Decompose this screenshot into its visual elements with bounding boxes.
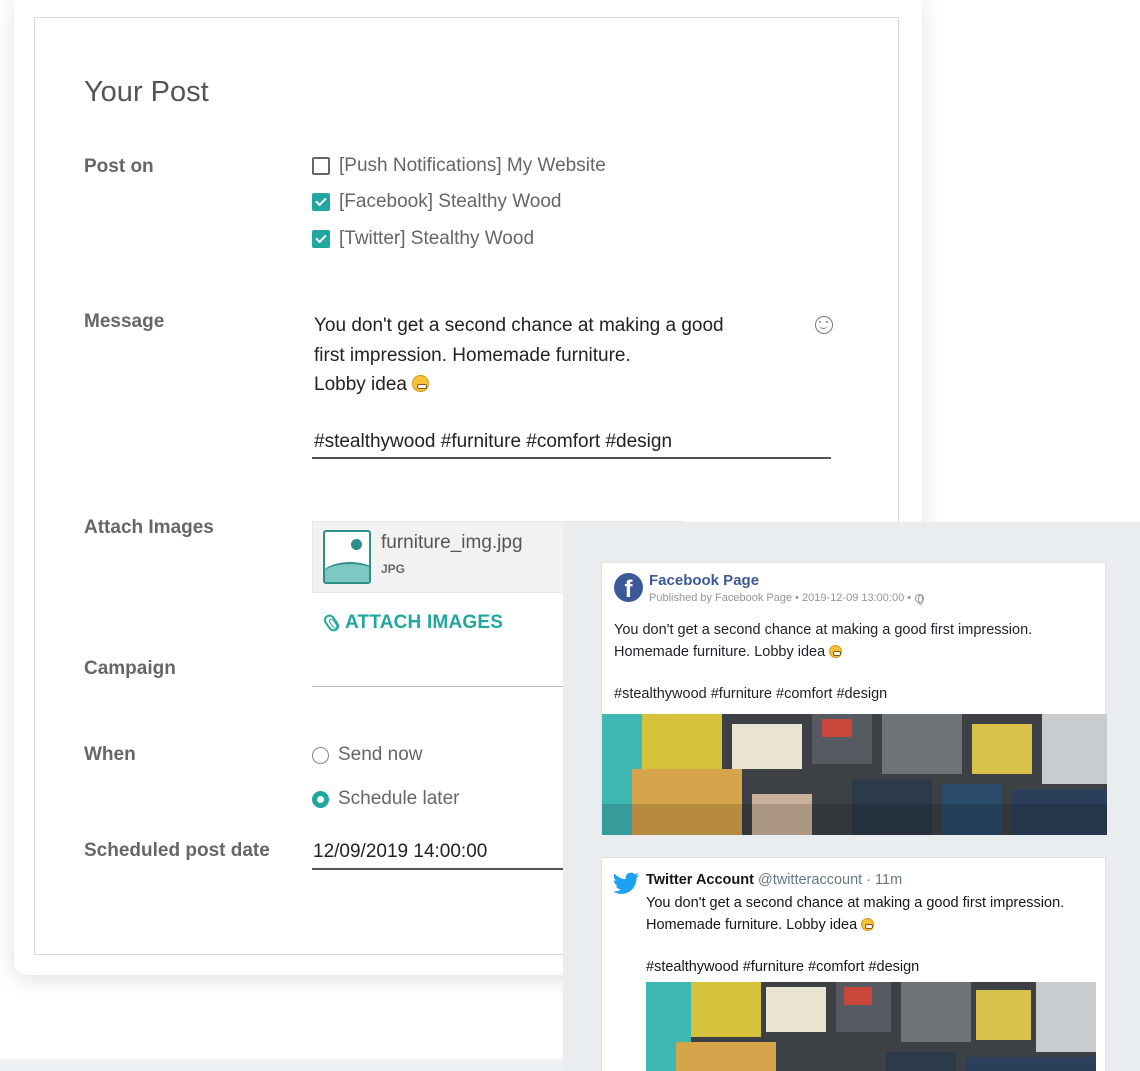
- message-hashtags: #stealthywood #furniture #comfort #desig…: [314, 430, 673, 452]
- twitter-bird-icon: [612, 872, 640, 894]
- radio-label: Send now: [338, 744, 423, 765]
- facebook-meta: Published by Facebook Page • 2019-12-09 …: [649, 592, 925, 605]
- twitter-line: You don't get a second chance at making …: [646, 895, 1065, 911]
- attach-images-label: Attach Images: [84, 517, 214, 538]
- radio-unselected[interactable]: [312, 746, 329, 764]
- attach-images-button[interactable]: ATTACH IMAGES: [321, 612, 504, 634]
- message-line-3: Lobby idea: [314, 370, 774, 400]
- when-option-schedule-later[interactable]: Schedule later: [312, 788, 459, 810]
- account-push-notifications[interactable]: [Push Notifications] My Website: [312, 155, 606, 177]
- scheduled-date-label: Scheduled post date: [84, 840, 270, 861]
- checkbox-checked[interactable]: [312, 193, 330, 211]
- attachment-filename: furniture_img.jpg: [381, 532, 523, 553]
- radio-label: Schedule later: [338, 788, 460, 809]
- when-option-send-now[interactable]: Send now: [312, 744, 423, 766]
- message-line: You don't get a second chance at making …: [314, 315, 724, 336]
- twitter-post-text: You don't get a second chance at making …: [646, 893, 1096, 979]
- facebook-post-text: You don't get a second chance at making …: [614, 620, 1094, 706]
- post-on-label: Post on: [84, 156, 154, 177]
- preview-panel: f Facebook Page Published by Facebook Pa…: [563, 522, 1140, 1071]
- twitter-hashtags: #stealthywood #furniture #comfort #desig…: [646, 959, 920, 975]
- message-label: Message: [84, 311, 165, 332]
- message-textarea[interactable]: You don't get a second chance at making …: [314, 311, 774, 456]
- radio-selected[interactable]: [312, 790, 329, 808]
- globe-icon: [915, 593, 925, 605]
- grinning-emoji-icon: [829, 644, 843, 658]
- page-title: Your Post: [84, 76, 209, 108]
- twitter-preview-card: Twitter Account @twitteraccount · 11m Yo…: [601, 857, 1106, 1071]
- account-twitter[interactable]: [Twitter] Stealthy Wood: [312, 228, 534, 250]
- facebook-logo-icon: f: [614, 573, 643, 602]
- message-line: first impression. Homemade furniture.: [314, 344, 631, 366]
- smiley-icon[interactable]: [815, 316, 833, 334]
- message-underline: [312, 457, 831, 459]
- facebook-page-name: Facebook Page: [649, 572, 760, 589]
- account-label: [Twitter] Stealthy Wood: [339, 228, 535, 249]
- account-label: [Facebook] Stealthy Wood: [339, 191, 562, 212]
- grinning-emoji-icon: [412, 375, 430, 392]
- campaign-input[interactable]: [312, 686, 572, 687]
- facebook-hashtags: #stealthywood #furniture #comfort #desig…: [614, 686, 888, 702]
- attach-images-button-label: ATTACH IMAGES: [345, 612, 504, 633]
- grinning-emoji-icon: [861, 917, 875, 931]
- facebook-preview-card: f Facebook Page Published by Facebook Pa…: [601, 562, 1107, 835]
- twitter-handle: @twitteraccount · 11m: [757, 872, 903, 888]
- message-line: Lobby idea: [314, 374, 407, 395]
- when-label: When: [84, 744, 136, 765]
- campaign-label: Campaign: [84, 658, 176, 679]
- scheduled-date-input[interactable]: 12/09/2019 14:00:00: [313, 841, 487, 863]
- facebook-post-image: [602, 714, 1107, 835]
- image-file-icon: [323, 530, 371, 584]
- twitter-post-image: [646, 982, 1096, 1071]
- twitter-account-name: Twitter Account: [646, 872, 754, 888]
- account-label: [Push Notifications] My Website: [339, 155, 606, 176]
- twitter-header: Twitter Account @twitteraccount · 11m: [646, 872, 902, 888]
- facebook-post-body: You don't get a second chance at making …: [614, 622, 1033, 660]
- account-facebook[interactable]: [Facebook] Stealthy Wood: [312, 191, 562, 213]
- facebook-meta-text: Published by Facebook Page • 2019-12-09 …: [649, 592, 912, 604]
- scheduled-date-underline: [312, 868, 572, 870]
- attachment-filetype: JPG: [381, 562, 406, 576]
- twitter-line: Homemade furniture. Lobby idea: [646, 916, 858, 933]
- checkbox-unchecked[interactable]: [312, 157, 330, 175]
- checkbox-checked[interactable]: [312, 230, 330, 248]
